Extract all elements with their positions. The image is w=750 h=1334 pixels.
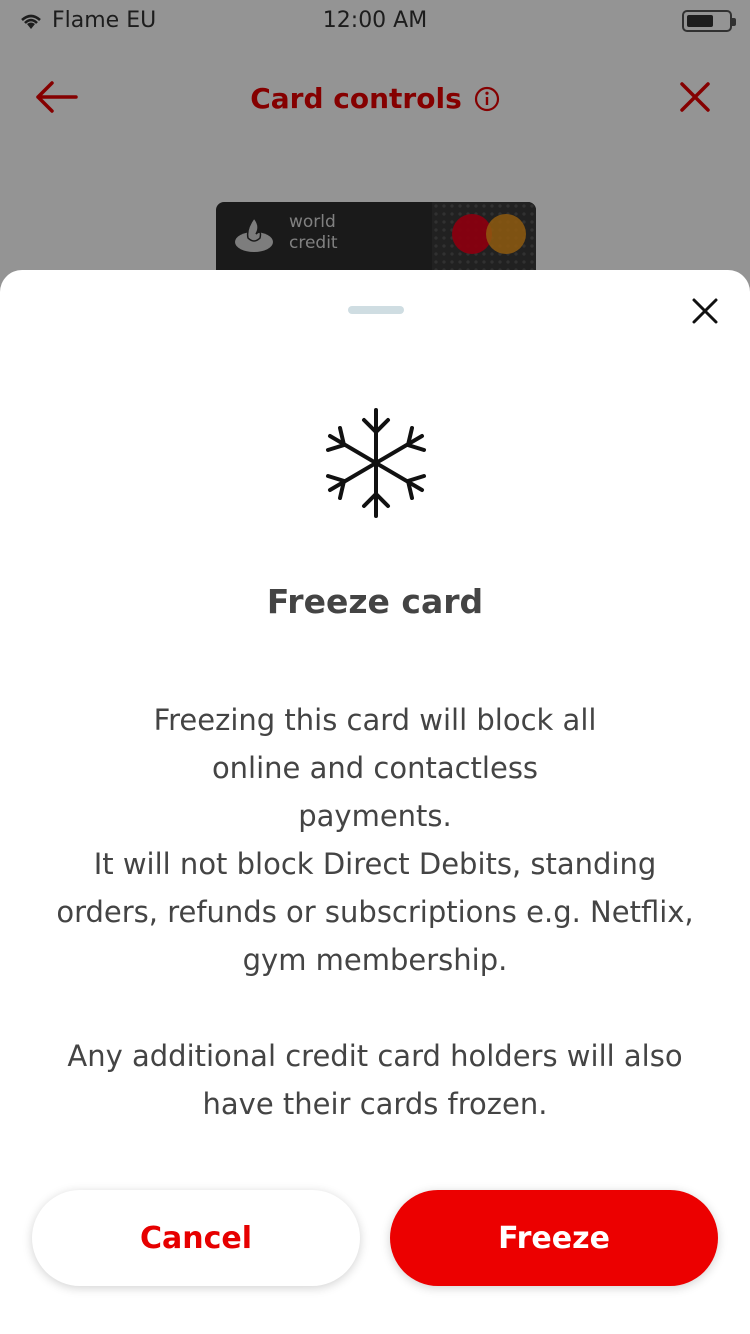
additional-holders-note: Any additional credit card holders will … — [67, 1039, 683, 1121]
close-icon[interactable] — [690, 296, 720, 326]
freeze-exceptions: It will not block Direct Debits, standin… — [56, 847, 694, 977]
sheet-grabber[interactable] — [348, 306, 404, 314]
cancel-button[interactable]: Cancel — [32, 1190, 360, 1286]
freeze-card-sheet: Freeze card Freezing this card will bloc… — [0, 270, 750, 1334]
freeze-button[interactable]: Freeze — [390, 1190, 718, 1286]
sheet-title: Freeze card — [266, 582, 484, 621]
freeze-description: Freezing this card will block all online… — [153, 703, 597, 833]
snowflake-icon — [326, 408, 426, 518]
